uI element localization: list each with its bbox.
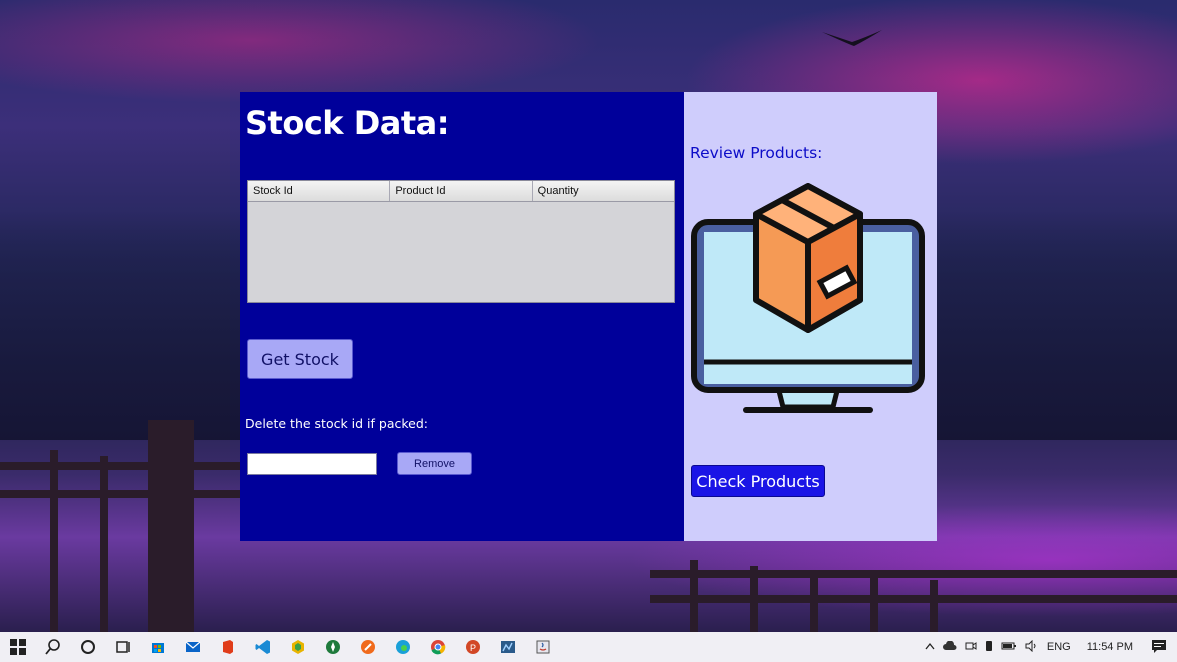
inventory-app-window: Stock Data: Stock Id Product Id Quantity…: [240, 92, 937, 541]
phone-icon[interactable]: [985, 640, 993, 655]
volume-icon[interactable]: [1025, 639, 1039, 655]
java-icon[interactable]: [525, 632, 560, 662]
app-icon[interactable]: [280, 632, 315, 662]
stock-table-header: Stock Id Product Id Quantity: [248, 181, 674, 202]
page-title: Stock Data:: [245, 104, 450, 142]
system-tray: ENG 11:54 PM: [921, 632, 1177, 662]
check-products-button[interactable]: Check Products: [691, 465, 825, 497]
office-icon[interactable]: [210, 632, 245, 662]
stock-table[interactable]: Stock Id Product Id Quantity: [247, 180, 675, 303]
windows-start-icon[interactable]: [0, 632, 35, 662]
cortana-icon[interactable]: [70, 632, 105, 662]
language-indicator[interactable]: ENG: [1047, 641, 1071, 653]
meet-now-icon[interactable]: [965, 640, 977, 655]
task-view-icon[interactable]: [105, 632, 140, 662]
app-icon[interactable]: [490, 632, 525, 662]
edge-icon[interactable]: [385, 632, 420, 662]
review-products-label: Review Products:: [690, 144, 823, 162]
review-panel: Review Products: Check Products: [684, 92, 937, 541]
stock-panel: Stock Data: Stock Id Product Id Quantity…: [240, 92, 684, 541]
chrome-icon[interactable]: [420, 632, 455, 662]
mail-icon[interactable]: [175, 632, 210, 662]
column-header-stock-id[interactable]: Stock Id: [248, 181, 391, 201]
app-icon[interactable]: [315, 632, 350, 662]
windows-taskbar: P ENG 11:54 PM: [0, 632, 1177, 662]
search-icon[interactable]: [35, 632, 70, 662]
chevron-up-icon[interactable]: [925, 641, 935, 653]
powerpoint-icon[interactable]: P: [455, 632, 490, 662]
cloud-icon[interactable]: [942, 639, 957, 654]
app-icon[interactable]: [350, 632, 385, 662]
svg-text:P: P: [470, 643, 476, 653]
battery-icon[interactable]: [1001, 641, 1017, 654]
monitor-box-icon: [691, 183, 925, 413]
clock-time[interactable]: 11:54 PM: [1087, 641, 1133, 653]
delete-stock-label: Delete the stock id if packed:: [245, 416, 429, 431]
vscode-icon[interactable]: [245, 632, 280, 662]
store-icon[interactable]: [140, 632, 175, 662]
get-stock-button[interactable]: Get Stock: [247, 339, 353, 379]
column-header-product-id[interactable]: Product Id: [390, 181, 533, 201]
bird-silhouette: [822, 30, 882, 46]
column-header-quantity[interactable]: Quantity: [533, 181, 674, 201]
stock-table-body[interactable]: [248, 202, 674, 302]
remove-button[interactable]: Remove: [397, 452, 472, 475]
stock-id-input[interactable]: [247, 453, 377, 475]
notification-icon[interactable]: [1151, 639, 1167, 656]
